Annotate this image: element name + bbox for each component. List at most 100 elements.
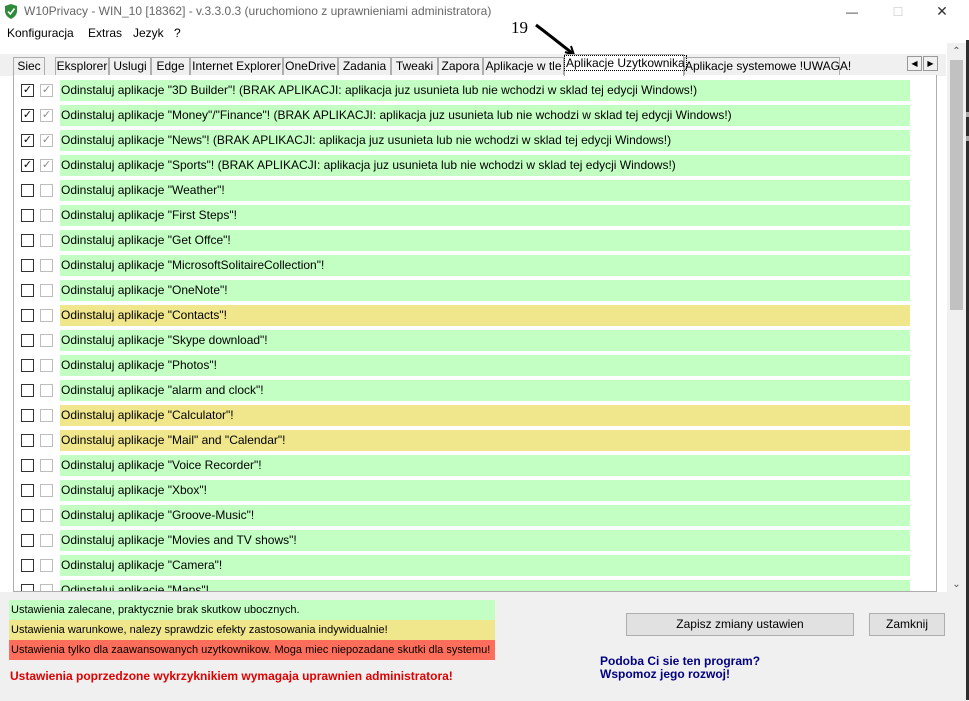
setting-row: Odinstaluj aplikacje "Movies and TV show… bbox=[14, 528, 936, 553]
setting-state-checkbox bbox=[40, 434, 53, 447]
close-icon: ✕ bbox=[936, 3, 948, 19]
setting-state-checkbox bbox=[40, 359, 53, 372]
setting-state-checkbox bbox=[40, 559, 53, 572]
setting-label[interactable]: Odinstaluj aplikacje "Money"/"Finance"! … bbox=[60, 105, 910, 126]
setting-checkbox[interactable] bbox=[21, 309, 34, 322]
setting-label[interactable]: Odinstaluj aplikacje "Movies and TV show… bbox=[60, 530, 910, 551]
vertical-scrollbar[interactable]: ⌃ ⌄ bbox=[947, 43, 966, 593]
setting-checkbox[interactable] bbox=[21, 409, 34, 422]
setting-checkbox[interactable] bbox=[21, 184, 34, 197]
admin-warning: Ustawienia poprzedzone wykrzyknikiem wym… bbox=[10, 669, 453, 683]
setting-label[interactable]: Odinstaluj aplikacje "alarm and clock"! bbox=[60, 380, 910, 401]
close-window-button[interactable]: ✕ bbox=[919, 0, 965, 23]
settings-list: ✓ ✓ Odinstaluj aplikacje "3D Builder"! (BR… bbox=[13, 75, 937, 592]
tab-zapora[interactable]: Zapora bbox=[438, 57, 483, 76]
setting-checkbox[interactable]: ✓ bbox=[21, 134, 34, 147]
arrow-right-icon: ▶ bbox=[927, 59, 934, 68]
scroll-down-button[interactable]: ⌄ bbox=[947, 576, 966, 593]
tab-scroll-left-button[interactable]: ◀ bbox=[907, 56, 922, 71]
tab-edge[interactable]: Edge bbox=[151, 57, 190, 76]
footer-panel: Ustawienia zalecane, praktycznie brak sk… bbox=[0, 592, 966, 701]
setting-label[interactable]: Odinstaluj aplikacje "First Steps"! bbox=[60, 205, 910, 226]
chevron-down-icon: ⌄ bbox=[952, 579, 961, 590]
setting-checkbox[interactable] bbox=[21, 459, 34, 472]
setting-checkbox[interactable]: ✓ bbox=[21, 159, 34, 172]
setting-label[interactable]: Odinstaluj aplikacje "Get Offce"! bbox=[60, 230, 910, 251]
setting-label[interactable]: Odinstaluj aplikacje "Weather"! bbox=[60, 180, 910, 201]
setting-label[interactable]: Odinstaluj aplikacje "Groove-Music"! bbox=[60, 505, 910, 526]
setting-row: Odinstaluj aplikacje "alarm and clock"! bbox=[14, 378, 936, 403]
tab-internet-explorer[interactable]: Internet Explorer bbox=[190, 57, 283, 76]
support-link-question[interactable]: Podoba Ci sie ten program? bbox=[600, 654, 760, 668]
setting-row: Odinstaluj aplikacje "Voice Recorder"! bbox=[14, 453, 936, 478]
setting-label[interactable]: Odinstaluj aplikacje "Skype download"! bbox=[60, 330, 910, 351]
setting-row: Odinstaluj aplikacje "Photos"! bbox=[14, 353, 936, 378]
scroll-up-button[interactable]: ⌃ bbox=[947, 43, 966, 60]
setting-row: Odinstaluj aplikacje "Xbox"! bbox=[14, 478, 936, 503]
setting-label[interactable]: Odinstaluj aplikacje "Camera"! bbox=[60, 555, 910, 576]
setting-checkbox[interactable] bbox=[21, 559, 34, 572]
legend-red: Ustawienia tylko dla zaawansowanych uzyt… bbox=[9, 640, 495, 660]
setting-state-checkbox: ✓ bbox=[40, 109, 53, 122]
setting-checkbox[interactable] bbox=[21, 509, 34, 522]
maximize-button[interactable]: ☐ bbox=[875, 0, 921, 23]
minimize-icon: — bbox=[846, 4, 858, 19]
menu-help[interactable]: ? bbox=[174, 26, 181, 40]
setting-label[interactable]: Odinstaluj aplikacje "Photos"! bbox=[60, 355, 910, 376]
scrollbar-thumb[interactable] bbox=[950, 60, 963, 310]
tab-zadania[interactable]: Zadania bbox=[338, 57, 391, 76]
setting-label[interactable]: Odinstaluj aplikacje "3D Builder"! (BRAK… bbox=[60, 80, 910, 101]
tab-tweaki[interactable]: Tweaki bbox=[391, 57, 438, 76]
setting-label[interactable]: Odinstaluj aplikacje "Maps"! bbox=[60, 580, 910, 591]
setting-label[interactable]: Odinstaluj aplikacje "Mail" and "Calenda… bbox=[60, 430, 910, 451]
setting-row: Odinstaluj aplikacje "Calculator"! bbox=[14, 403, 936, 428]
menu-konfiguracja[interactable]: Konfiguracja bbox=[7, 26, 74, 40]
tab-aplikacje-systemowe[interactable]: Aplikacje systemowe !UWAGA! bbox=[684, 57, 851, 76]
tab-scroll-right-button[interactable]: ▶ bbox=[923, 56, 938, 71]
tab-onedrive[interactable]: OneDrive bbox=[283, 57, 338, 76]
setting-checkbox[interactable] bbox=[21, 384, 34, 397]
minimize-button[interactable]: — bbox=[829, 0, 875, 23]
setting-checkbox[interactable] bbox=[21, 534, 34, 547]
tab-eksplorer[interactable]: Eksplorer bbox=[55, 57, 109, 76]
setting-checkbox[interactable] bbox=[21, 284, 34, 297]
tab-uslugi[interactable]: Uslugi bbox=[109, 57, 151, 76]
menu-extras[interactable]: Extras bbox=[88, 26, 122, 40]
setting-state-checkbox bbox=[40, 509, 53, 522]
setting-checkbox[interactable] bbox=[21, 334, 34, 347]
setting-label[interactable]: Odinstaluj aplikacje "Contacts"! bbox=[60, 305, 910, 326]
title-bar: W10Privacy - WIN_10 [18362] - v.3.3.0.3 … bbox=[0, 0, 969, 23]
setting-label[interactable]: Odinstaluj aplikacje "Voice Recorder"! bbox=[60, 455, 910, 476]
menu-jezyk[interactable]: Jezyk bbox=[133, 26, 164, 40]
setting-label[interactable]: Odinstaluj aplikacje "Sports"! (BRAK APL… bbox=[60, 155, 910, 176]
setting-label[interactable]: Odinstaluj aplikacje "OneNote"! bbox=[60, 280, 910, 301]
setting-state-checkbox bbox=[40, 284, 53, 297]
setting-label[interactable]: Odinstaluj aplikacje "MicrosoftSolitaire… bbox=[60, 255, 910, 276]
support-link-donate[interactable]: Wspomoz jego rozwoj! bbox=[600, 667, 730, 681]
setting-checkbox[interactable] bbox=[21, 434, 34, 447]
setting-state-checkbox bbox=[40, 259, 53, 272]
setting-checkbox[interactable] bbox=[21, 484, 34, 497]
setting-label[interactable]: Odinstaluj aplikacje "Calculator"! bbox=[60, 405, 910, 426]
maximize-icon: ☐ bbox=[892, 4, 904, 19]
close-button[interactable]: Zamknij bbox=[869, 613, 945, 636]
setting-checkbox[interactable] bbox=[21, 584, 34, 591]
setting-row: Odinstaluj aplikacje "Get Offce"! bbox=[14, 228, 936, 253]
setting-row: ✓ ✓ Odinstaluj aplikacje "Sports"! (BRAK A… bbox=[14, 153, 936, 178]
tab-aplikacje-w-tle[interactable]: Aplikacje w tle bbox=[483, 57, 564, 76]
tab-aplikacje-uzytkownika[interactable]: Aplikacje Uzytkownika bbox=[564, 54, 687, 76]
setting-label[interactable]: Odinstaluj aplikacje "News"! (BRAK APLIK… bbox=[60, 130, 910, 151]
setting-checkbox[interactable]: ✓ bbox=[21, 84, 34, 97]
setting-state-checkbox bbox=[40, 409, 53, 422]
tab-siec[interactable]: Siec bbox=[13, 57, 45, 76]
setting-checkbox[interactable] bbox=[21, 359, 34, 372]
setting-state-checkbox bbox=[40, 184, 53, 197]
save-settings-button[interactable]: Zapisz zmiany ustawien bbox=[626, 613, 854, 636]
setting-checkbox[interactable] bbox=[21, 234, 34, 247]
arrow-left-icon: ◀ bbox=[911, 59, 918, 68]
setting-label[interactable]: Odinstaluj aplikacje "Xbox"! bbox=[60, 480, 910, 501]
setting-checkbox[interactable]: ✓ bbox=[21, 109, 34, 122]
setting-checkbox[interactable] bbox=[21, 259, 34, 272]
setting-checkbox[interactable] bbox=[21, 209, 34, 222]
legend-yellow: Ustawienia warunkowe, nalezy sprawdzic e… bbox=[9, 620, 495, 640]
